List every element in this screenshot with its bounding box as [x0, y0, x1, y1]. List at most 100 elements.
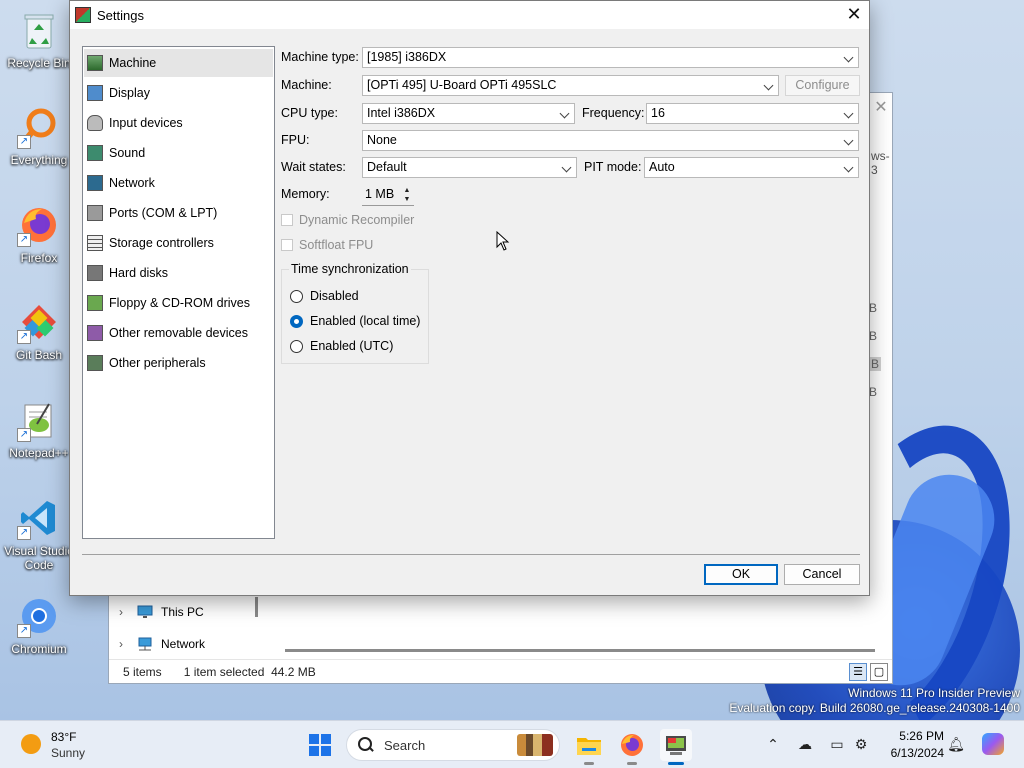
category-hard-disks[interactable]: Hard disks: [84, 259, 273, 287]
spin-arrows-icon[interactable]: ▲ ▼: [402, 186, 412, 204]
desktop-icon-git-bash[interactable]: ↗ Git Bash: [0, 300, 78, 362]
radio-label: Enabled (UTC): [310, 339, 394, 353]
sun-icon[interactable]: [21, 734, 41, 754]
ok-button[interactable]: OK: [704, 564, 778, 585]
chevron-right-icon[interactable]: ›: [119, 637, 129, 651]
desktop-icon-recycle-bin[interactable]: Recycle Bin: [0, 8, 78, 70]
nav-pane-scrollbar[interactable]: [255, 597, 258, 617]
taskbar-search[interactable]: Search: [346, 729, 560, 761]
weather-condition[interactable]: Sunny: [51, 746, 85, 760]
details-view-icon[interactable]: ☰: [849, 663, 867, 681]
cloud-offline-icon[interactable]: ☁: [796, 735, 814, 753]
category-other-peripherals[interactable]: Other peripherals: [84, 349, 273, 377]
search-highlight-image: [517, 734, 553, 756]
settings-dialog[interactable]: Settings ✕ Machine Display Input devices…: [69, 0, 870, 596]
storage-controllers-icon: [87, 235, 103, 251]
nav-item-this-pc[interactable]: › This PC: [119, 601, 204, 623]
category-label: Hard disks: [109, 266, 169, 280]
time-sync-disabled-radio[interactable]: Disabled: [290, 287, 359, 305]
category-machine[interactable]: Machine: [84, 49, 273, 77]
desktop-icon-label: Visual Studio Code: [4, 544, 74, 572]
language-icon[interactable]: ⚙: [852, 735, 870, 753]
softfloat-fpu-checkbox[interactable]: Softfloat FPU: [281, 236, 373, 254]
wait-states-select[interactable]: Default: [362, 157, 577, 178]
category-ports[interactable]: Ports (COM & LPT): [84, 199, 273, 227]
horizontal-scrollbar[interactable]: [285, 649, 875, 652]
nav-item-network[interactable]: › Network: [119, 633, 205, 655]
taskbar-firefox[interactable]: [616, 729, 648, 765]
explorer-close-icon[interactable]: ✕: [869, 97, 893, 121]
ports-icon: [87, 205, 103, 221]
time-sync-title: Time synchronization: [289, 262, 411, 276]
clock-time[interactable]: 5:26 PM: [884, 729, 944, 743]
desktop-icon-chromium[interactable]: ↗ Chromium: [0, 594, 78, 656]
recycle-bin-icon: [17, 8, 61, 52]
chevron-up-icon[interactable]: ⌃: [764, 735, 782, 753]
firefox-icon: [621, 734, 643, 756]
category-input-devices[interactable]: Input devices: [84, 109, 273, 137]
category-label: Other peripherals: [109, 356, 206, 370]
category-label: Display: [109, 86, 150, 100]
machine-select[interactable]: [OPTi 495] U-Board OPTi 495SLC: [362, 75, 779, 96]
floppy-cdrom-icon: [87, 295, 103, 311]
notification-bell-icon[interactable]: 🔔︎: [947, 735, 965, 753]
cpu-type-value: Intel i386DX: [367, 106, 436, 120]
time-sync-local-radio[interactable]: Enabled (local time): [290, 312, 420, 330]
explorer-status-bar: 5 items 1 item selected 44.2 MB: [109, 659, 892, 683]
frequency-select[interactable]: 16: [646, 103, 859, 124]
display-project-icon[interactable]: ▭: [828, 735, 846, 753]
category-removable-devices[interactable]: Other removable devices: [84, 319, 273, 347]
weather-temperature[interactable]: 83°F: [51, 730, 76, 744]
configure-button[interactable]: Configure: [785, 75, 860, 96]
taskbar-86box[interactable]: [660, 729, 692, 765]
time-sync-utc-radio[interactable]: Enabled (UTC): [290, 337, 393, 355]
taskbar-file-explorer[interactable]: [573, 729, 605, 765]
chevron-right-icon[interactable]: ›: [119, 605, 129, 619]
search-placeholder: Search: [384, 737, 426, 753]
desktop-icon-firefox[interactable]: ↗ Firefox: [0, 203, 78, 265]
pit-mode-select[interactable]: Auto: [644, 157, 859, 178]
desktop-icon-label: Chromium: [11, 642, 67, 656]
86box-icon: [666, 736, 686, 755]
desktop-icon-everything[interactable]: ↗ Everything: [0, 105, 78, 167]
clock-date[interactable]: 6/13/2024: [884, 746, 944, 760]
checkbox-box[interactable]: [281, 214, 293, 226]
category-floppy-cdrom[interactable]: Floppy & CD-ROM drives: [84, 289, 273, 317]
dialog-titlebar[interactable]: Settings ✕: [70, 1, 869, 29]
category-sound[interactable]: Sound: [84, 139, 273, 167]
fpu-select[interactable]: None: [362, 130, 859, 151]
chevron-down-icon: [843, 104, 855, 123]
radio-button-selected[interactable]: [290, 314, 303, 328]
desktop-icon-notepad-plus-plus[interactable]: ↗ Notepad++: [0, 398, 78, 460]
category-display[interactable]: Display: [84, 79, 273, 107]
shortcut-arrow-icon: ↗: [17, 624, 31, 638]
settings-category-list[interactable]: Machine Display Input devices Sound Netw…: [82, 46, 275, 539]
radio-button[interactable]: [290, 339, 303, 353]
desktop-icon-label: Notepad++: [9, 446, 69, 460]
removable-devices-icon: [87, 325, 103, 341]
dialog-title: Settings: [97, 7, 144, 23]
radio-button[interactable]: [290, 289, 303, 303]
checkbox-label: Softfloat FPU: [299, 238, 374, 252]
desktop-icon-vscode[interactable]: ↗ Visual Studio Code: [0, 496, 78, 572]
memory-spinbox[interactable]: 1 MB ▲ ▼: [362, 185, 414, 206]
dynamic-recompiler-checkbox[interactable]: Dynamic Recompiler: [281, 211, 414, 229]
close-button[interactable]: ✕: [839, 1, 869, 29]
copilot-icon[interactable]: [982, 733, 1004, 755]
dialog-separator: [82, 554, 860, 555]
explorer-tab-title: ws-3: [871, 149, 890, 177]
cpu-type-select[interactable]: Intel i386DX: [362, 103, 575, 124]
category-storage-controllers[interactable]: Storage controllers: [84, 229, 273, 257]
category-network[interactable]: Network: [84, 169, 273, 197]
chevron-down-icon: [843, 131, 855, 150]
machine-type-select[interactable]: [1985] i386DX: [362, 47, 859, 68]
large-icons-view-icon[interactable]: ▢: [870, 663, 888, 681]
windows-logo-icon: [309, 734, 319, 744]
memory-value: 1 MB: [365, 187, 395, 201]
fpu-value: None: [367, 133, 397, 147]
network-icon: [138, 637, 152, 651]
checkbox-box[interactable]: [281, 239, 293, 251]
cancel-button[interactable]: Cancel: [784, 564, 860, 585]
frequency-label: Frequency:: [582, 106, 645, 120]
start-button[interactable]: [309, 734, 331, 756]
